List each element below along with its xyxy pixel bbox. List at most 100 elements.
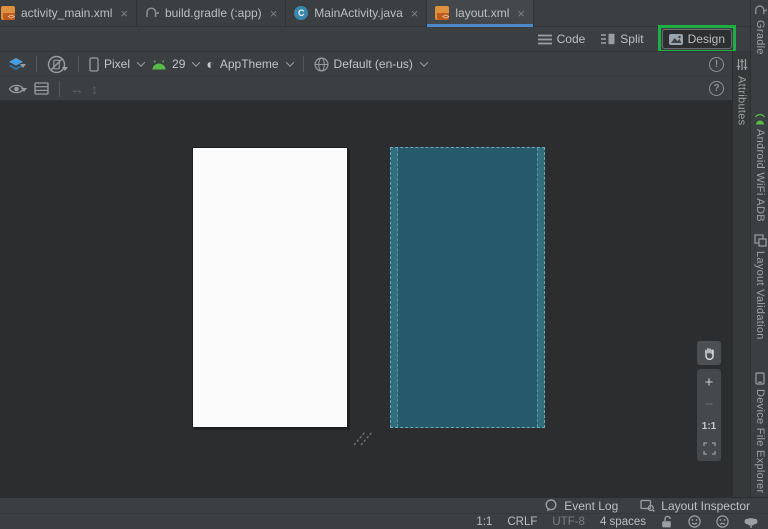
theme-selector[interactable]: ◐ AppTheme: [206, 56, 294, 72]
api-level-selector[interactable]: 29: [151, 57, 201, 71]
blueprint-margin-left: [391, 148, 398, 427]
sliders-icon: [736, 58, 748, 71]
tab-build-gradle[interactable]: build.gradle (:app) ×: [137, 0, 287, 26]
help-icon[interactable]: ?: [709, 81, 724, 96]
device-preview-design[interactable]: [192, 147, 348, 428]
split-mode-button[interactable]: Split: [595, 30, 649, 48]
width-constraint-arrow: ↔: [70, 80, 84, 97]
split-mode-label: Split: [620, 32, 644, 46]
event-log-label: Event Log: [564, 498, 619, 513]
attributes-tab-label: Attributes: [735, 76, 748, 126]
zoom-to-100-button[interactable]: 1:1: [697, 416, 721, 436]
gradle-tab-label: Gradle: [754, 20, 766, 55]
design-icon: [668, 33, 683, 45]
tool-tab-gradle[interactable]: Gradle: [751, 4, 768, 55]
layout-validation-icon: [753, 234, 767, 247]
toolbar-separator: [302, 56, 304, 72]
device-file-explorer-tab-label: Device File Explorer: [754, 389, 766, 494]
layout-file-icon: <>: [435, 6, 449, 21]
indent-indicator[interactable]: 4 spaces: [600, 516, 646, 528]
tab-mainactivity-java[interactable]: C MainActivity.java ×: [286, 0, 428, 26]
toolbar-separator: [59, 80, 60, 97]
zoom-to-fit-button[interactable]: [697, 438, 721, 458]
dropdown-caret: [62, 66, 68, 71]
tab-label: build.gradle (:app): [164, 6, 262, 20]
globe-icon: [314, 56, 329, 72]
phone-icon: [89, 56, 99, 72]
design-surface-toolbar: Pixel 29 ◐ AppTheme Default (en-us) !: [0, 51, 732, 76]
close-icon[interactable]: ×: [517, 7, 525, 20]
caret-position[interactable]: 1:1: [476, 516, 492, 528]
gradle-icon: [145, 6, 159, 20]
editor-tab-bar: <> activity_main.xml × build.gradle (:ap…: [0, 0, 768, 27]
design-canvas[interactable]: + − 1:1: [0, 101, 732, 497]
device-file-explorer-icon: [754, 372, 766, 385]
tool-tab-android-wifi-adb[interactable]: Android WiFi ADB: [751, 112, 768, 222]
layout-file-icon: <>: [1, 6, 15, 21]
pan-tool-button[interactable]: [697, 341, 721, 365]
layout-validation-tab-label: Layout Validation: [754, 251, 766, 340]
unlocked-padlock-icon[interactable]: [661, 515, 673, 528]
orientation-button[interactable]: [47, 55, 68, 74]
bottom-tool-window-bar: Event Log Layout Inspector: [0, 497, 768, 513]
editor-mode-switcher: Code Split Design: [0, 25, 750, 53]
gradle-daemon-icon[interactable]: [744, 516, 758, 528]
layout-inspector-label: Layout Inspector: [661, 498, 750, 513]
event-log-icon: [544, 499, 558, 512]
layout-inspector-icon: [640, 499, 656, 512]
gradle-icon: [754, 4, 767, 16]
device-selector[interactable]: Pixel: [89, 56, 146, 72]
variants-list-button[interactable]: [34, 82, 49, 95]
attributes-panel-tab[interactable]: Attributes: [732, 51, 750, 497]
dropdown-caret: [21, 87, 27, 92]
api-level-value: 29: [172, 57, 186, 71]
hand-icon: [703, 347, 716, 360]
code-mode-button[interactable]: Code: [532, 30, 592, 48]
design-mode-button[interactable]: Design: [661, 29, 732, 49]
happy-face-icon[interactable]: [688, 515, 701, 528]
layout-inspector-button[interactable]: Layout Inspector: [640, 499, 750, 513]
warning-icon[interactable]: !: [709, 56, 724, 72]
height-constraint-arrow: ↕: [91, 80, 98, 97]
chevron-down-icon: [192, 58, 201, 67]
chevron-down-icon: [136, 58, 146, 67]
close-icon[interactable]: ×: [270, 7, 278, 20]
split-icon: [601, 33, 615, 45]
toolbar-separator: [36, 56, 37, 72]
design-mode-label: Design: [687, 32, 725, 46]
theme-selector-value: AppTheme: [219, 57, 279, 71]
event-log-button[interactable]: Event Log: [544, 499, 618, 513]
zoom-controls: + − 1:1: [697, 369, 721, 461]
encoding-indicator[interactable]: UTF-8: [552, 516, 585, 528]
sad-face-icon[interactable]: [716, 515, 729, 528]
toolbar-separator: [78, 56, 79, 72]
tool-tab-layout-validation[interactable]: Layout Validation: [751, 234, 768, 340]
tab-label: activity_main.xml: [21, 6, 113, 20]
design-surface-selector-button[interactable]: [8, 57, 26, 71]
annotation-highlight-box: Design: [657, 25, 736, 53]
tab-label: MainActivity.java: [314, 6, 403, 20]
theme-icon: ◐: [206, 56, 215, 72]
code-icon: [537, 34, 552, 45]
android-wifi-icon: [753, 112, 767, 125]
zoom-out-button[interactable]: −: [697, 394, 721, 414]
tab-activity-main-xml[interactable]: <> activity_main.xml ×: [0, 0, 137, 26]
code-mode-label: Code: [556, 32, 586, 46]
tab-layout-xml[interactable]: <> layout.xml ×: [427, 0, 534, 27]
right-tool-window-strip: Gradle Android WiFi ADB Layout Validatio…: [750, 0, 768, 497]
device-preview-blueprint[interactable]: [390, 147, 545, 428]
zoom-in-button[interactable]: +: [697, 372, 721, 392]
view-options-toolbar: ↔ ↕ ?: [0, 76, 732, 101]
device-resize-handle[interactable]: [352, 430, 374, 447]
close-icon[interactable]: ×: [120, 7, 128, 20]
status-bar: 1:1 CRLF UTF-8 4 spaces: [0, 513, 768, 529]
line-separator-indicator[interactable]: CRLF: [507, 516, 537, 528]
device-selector-value: Pixel: [104, 57, 131, 71]
tab-label: layout.xml: [455, 6, 510, 20]
locale-selector[interactable]: Default (en-us): [314, 56, 429, 72]
java-class-icon: C: [294, 6, 309, 20]
view-options-button[interactable]: [8, 83, 27, 95]
chevron-down-icon: [419, 58, 429, 67]
close-icon[interactable]: ×: [411, 7, 419, 20]
tool-tab-device-file-explorer[interactable]: Device File Explorer: [751, 372, 768, 493]
